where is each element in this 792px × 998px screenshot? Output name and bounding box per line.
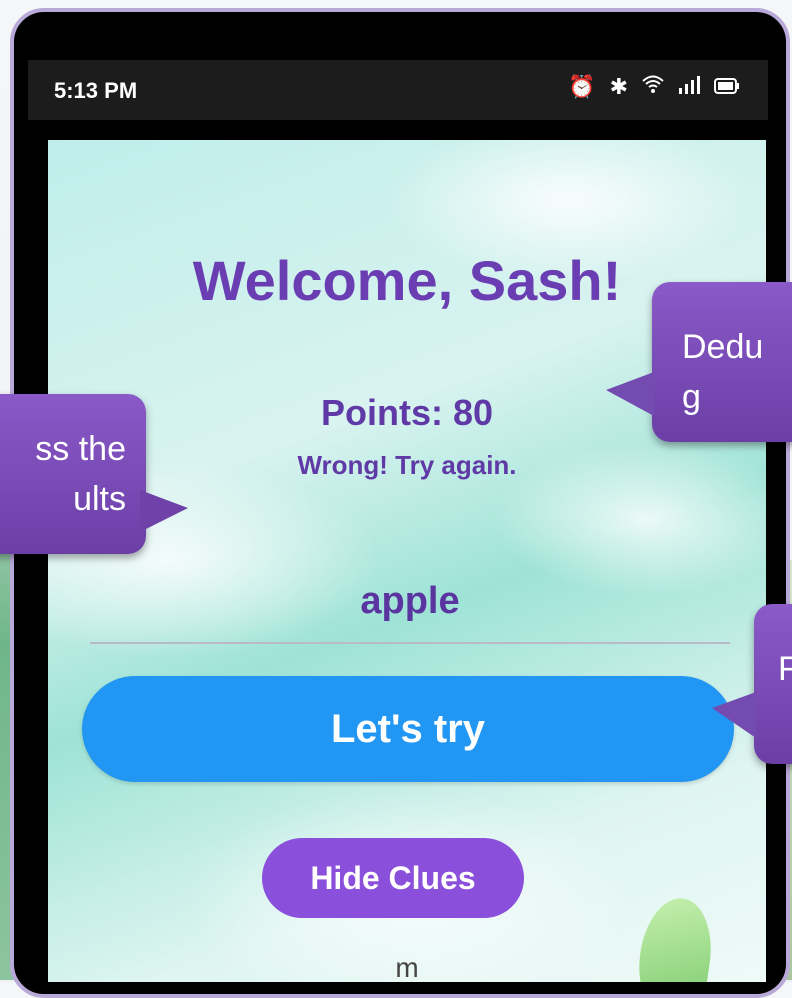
feedback-message: Wrong! Try again. <box>297 450 517 480</box>
callout-right-top-text: Dedu g <box>682 328 764 416</box>
wifi-icon <box>642 74 664 100</box>
status-icons: ⏰ ✱ <box>568 74 740 100</box>
callout-right-bottom-text: F <box>778 650 792 688</box>
try-button[interactable]: Let's try <box>82 676 734 782</box>
callout-right-top-tail <box>606 372 654 416</box>
callout-left-tail <box>140 490 188 532</box>
leaf-decoration <box>631 893 719 982</box>
callout-right-bottom: F <box>754 604 792 764</box>
status-bar: 5:13 PM ⏰ ✱ <box>28 60 768 120</box>
bluetooth-icon: ✱ <box>609 74 628 100</box>
status-time: 5:13 PM <box>54 78 138 103</box>
callout-left-text: ss the ults <box>35 430 126 518</box>
alarm-icon: ⏰ <box>568 74 596 100</box>
callout-right-top: Dedu g <box>652 282 792 442</box>
callout-right-bottom-tail <box>712 692 756 738</box>
signal-icon <box>678 75 700 100</box>
battery-icon <box>714 75 740 100</box>
app-screen: Welcome, Sash! Points: 80 Wrong! Try aga… <box>48 140 766 982</box>
answer-input[interactable] <box>90 560 730 644</box>
callout-left: ss the ults <box>0 394 146 554</box>
hide-clues-button[interactable]: Hide Clues <box>262 838 524 918</box>
